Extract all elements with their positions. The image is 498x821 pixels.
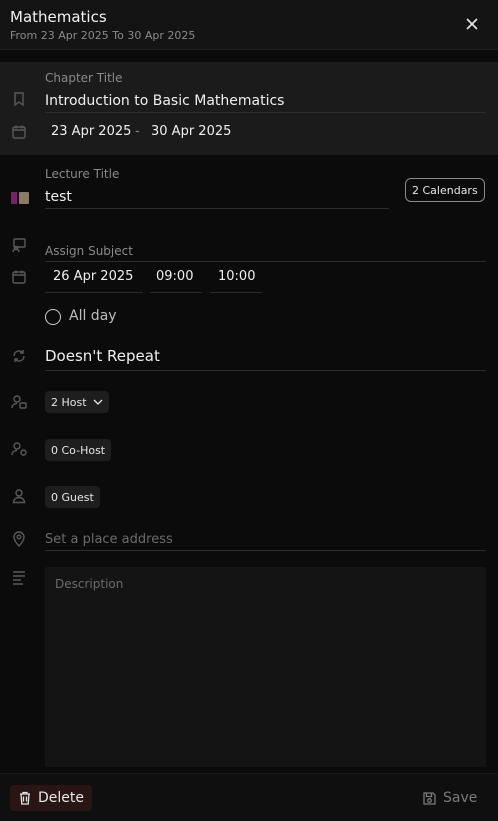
dialog-title: Mathematics [10, 8, 107, 26]
guest-pill[interactable]: 0 Guest [45, 486, 100, 508]
host-icon [10, 393, 28, 411]
calendars-button[interactable]: 2 Calendars [405, 178, 485, 202]
start-time[interactable]: 09:00 [156, 269, 193, 284]
calendar-icon [10, 268, 28, 286]
place-address-input[interactable]: Set a place address [45, 532, 173, 547]
end-time[interactable]: 10:00 [218, 269, 255, 284]
text-align-icon [10, 568, 28, 586]
location-pin-icon [10, 530, 28, 548]
chapter-section: Chapter Title Introduction to Basic Math… [0, 62, 498, 155]
description-placeholder: Description [55, 577, 124, 591]
dialog-footer: Delete Save [0, 773, 498, 821]
save-button[interactable]: Save [422, 785, 477, 811]
host-count: 2 Host [51, 395, 87, 409]
save-icon [423, 791, 436, 805]
cohost-icon [10, 440, 28, 458]
lecture-title-label: Lecture Title [45, 167, 120, 181]
repeat-icon [10, 347, 28, 365]
cohost-pill[interactable]: 0 Co-Host [45, 439, 112, 461]
close-button[interactable] [461, 13, 483, 35]
chevron-down-icon [93, 399, 103, 405]
guest-icon [10, 487, 28, 505]
guest-count: 0 Guest [51, 490, 94, 504]
delete-label: Delete [38, 790, 84, 806]
swatch-secondary [19, 192, 29, 204]
all-day-radio[interactable] [45, 309, 61, 325]
calendar-icon [10, 123, 28, 141]
lecture-color-swatch[interactable] [11, 192, 31, 204]
assign-subject-label[interactable]: Assign Subject [45, 244, 133, 258]
presentation-icon [10, 236, 28, 254]
date-separator: - [135, 124, 140, 139]
chapter-title-input[interactable]: Introduction to Basic Mathematics [45, 93, 284, 109]
chapter-end-date[interactable]: 30 Apr 2025 [151, 124, 231, 139]
delete-button[interactable]: Delete [10, 785, 92, 811]
bookmark-icon [10, 90, 28, 108]
trash-icon [20, 791, 30, 805]
dialog-header: Mathematics From 23 Apr 2025 To 30 Apr 2… [0, 0, 498, 50]
close-icon [466, 18, 478, 30]
lecture-date[interactable]: 26 Apr 2025 [53, 269, 133, 284]
dialog-subtitle: From 23 Apr 2025 To 30 Apr 2025 [10, 29, 196, 42]
lecture-title-input[interactable]: test [45, 189, 72, 205]
swatch-primary [11, 192, 17, 204]
description-textarea[interactable]: Description [45, 567, 486, 767]
chapter-start-date[interactable]: 23 Apr 2025 [51, 124, 131, 139]
cohost-count: 0 Co-Host [51, 443, 106, 457]
repeat-select[interactable]: Doesn't Repeat [45, 347, 160, 365]
chapter-title-label: Chapter Title [45, 71, 123, 85]
save-label: Save [443, 790, 478, 806]
all-day-label: All day [69, 308, 117, 324]
host-dropdown[interactable]: 2 Host [45, 391, 109, 413]
